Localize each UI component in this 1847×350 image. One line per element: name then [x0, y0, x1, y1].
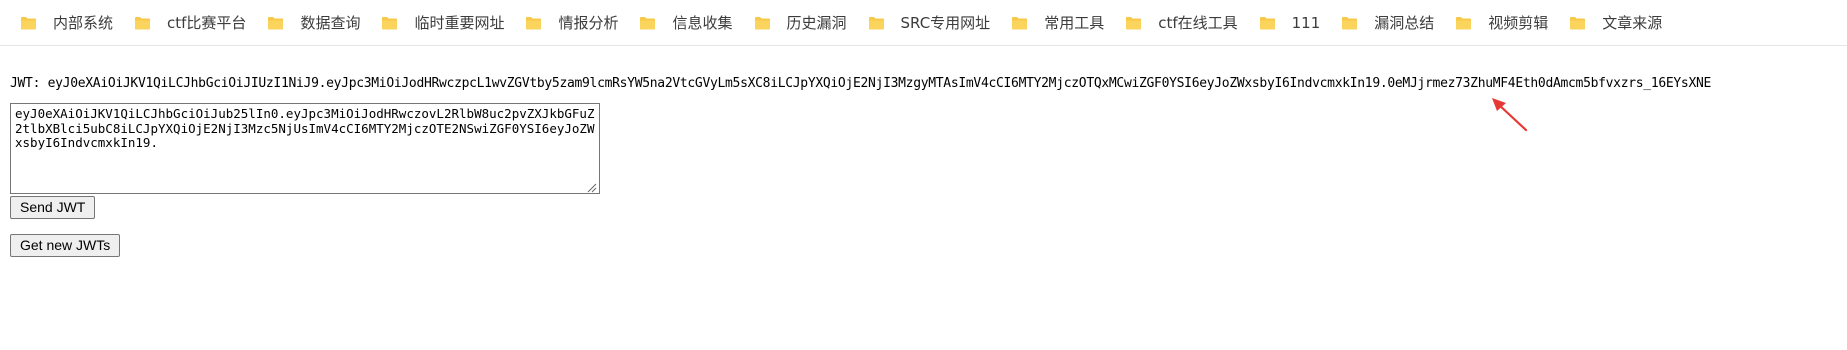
bookmark-label: 视频剪辑	[1488, 14, 1549, 32]
bookmark-folder[interactable]: 常用工具	[1003, 8, 1114, 38]
bookmark-label: 信息收集	[672, 14, 733, 32]
send-jwt-button[interactable]: Send JWT	[10, 196, 96, 219]
bookmark-label: SRC专用网址	[900, 14, 991, 32]
bookmark-folder[interactable]: 信息收集	[631, 8, 742, 38]
bookmark-folder[interactable]: 漏洞总结	[1333, 8, 1444, 38]
bookmark-folder[interactable]: 临时重要网址	[373, 8, 514, 38]
bookmark-label: 历史漏洞	[786, 14, 847, 32]
bookmark-label: 内部系统	[53, 14, 114, 32]
bookmark-label: 漏洞总结	[1374, 14, 1435, 32]
bookmark-folder[interactable]: 情报分析	[517, 8, 628, 38]
bookmark-folder[interactable]: 内部系统	[12, 8, 123, 38]
folder-icon	[1126, 16, 1142, 29]
folder-icon	[640, 16, 656, 29]
annotation-arrow-icon	[1492, 98, 1528, 132]
bookmark-folder[interactable]: 数据查询	[259, 8, 370, 38]
bookmark-folder[interactable]: 历史漏洞	[746, 8, 857, 38]
jwt-display: JWT: eyJ0eXAiOiJKV1QiLCJhbGciOiJIUzI1NiJ…	[10, 76, 1712, 91]
bookmark-folder[interactable]: SRC专用网址	[860, 8, 1001, 38]
bookmark-label: 111	[1291, 13, 1321, 32]
folder-icon	[21, 16, 36, 29]
bookmark-label: 数据查询	[300, 14, 361, 32]
bookmark-folder[interactable]: 视频剪辑	[1447, 8, 1558, 38]
bookmark-label: ctf在线工具	[1158, 14, 1238, 32]
folder-icon	[1342, 16, 1358, 29]
bookmark-label: 文章来源	[1602, 14, 1663, 32]
folder-icon	[382, 16, 398, 29]
get-new-jwts-button[interactable]: Get new JWTs	[10, 234, 121, 257]
bookmark-label: 临时重要网址	[414, 14, 505, 32]
folder-icon	[1456, 16, 1472, 29]
folder-icon	[1259, 16, 1275, 29]
bookmarks-bar: 内部系统 ctf比赛平台 数据查询 临时重要网址 情报分析 信息收集 历史漏洞 SRC专用网址…	[0, 0, 1847, 46]
jwt-input[interactable]	[10, 103, 600, 194]
folder-icon	[1012, 16, 1028, 29]
bookmark-folder[interactable]: ctf在线工具	[1117, 8, 1247, 38]
bookmark-label: 常用工具	[1044, 14, 1105, 32]
bookmark-label: 情报分析	[558, 14, 619, 32]
resize-grip-icon[interactable]	[586, 182, 597, 193]
page-content: JWT: eyJ0eXAiOiJKV1QiLCJhbGciOiJIUzI1NiJ…	[0, 46, 1847, 350]
folder-icon	[1570, 16, 1586, 29]
folder-icon	[526, 16, 542, 29]
bookmark-label: ctf比赛平台	[167, 14, 247, 32]
folder-icon	[135, 16, 151, 29]
bookmark-folder[interactable]: ctf比赛平台	[126, 8, 256, 38]
bookmark-folder[interactable]: 111	[1251, 8, 1331, 38]
folder-icon	[754, 16, 770, 29]
bookmark-folder[interactable]: 文章来源	[1561, 8, 1672, 38]
folder-icon	[268, 16, 284, 29]
folder-icon	[868, 16, 884, 29]
